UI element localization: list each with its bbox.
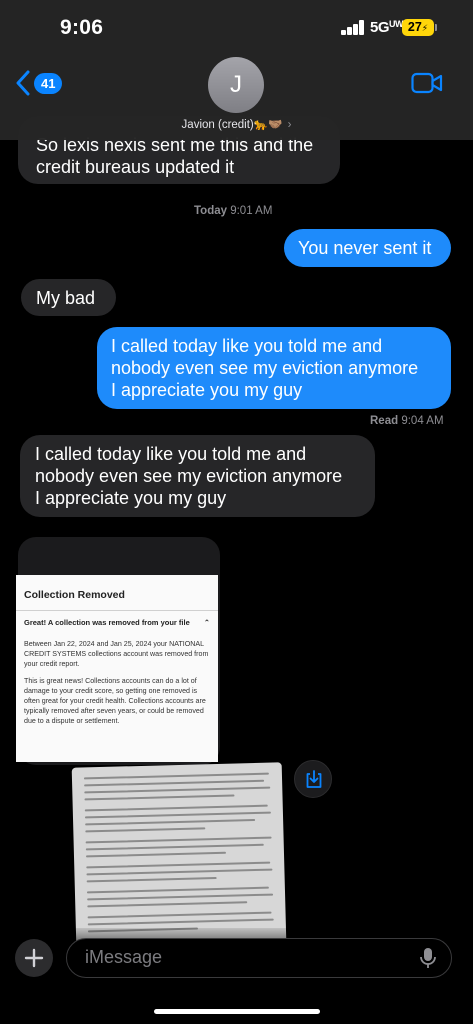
date-separator: Today 9:01 AM bbox=[194, 205, 273, 217]
status-bar: 9:06 5GUW 27⚡ bbox=[0, 0, 473, 52]
microphone-icon[interactable] bbox=[419, 947, 437, 969]
card-paragraph: This is great news! Collections accounts… bbox=[24, 677, 206, 725]
status-time: 9:06 bbox=[60, 16, 104, 39]
collection-removed-screenshot[interactable]: Collection Removed Great! A collection w… bbox=[16, 575, 218, 762]
chevron-right-icon: › bbox=[287, 119, 292, 131]
card-paragraph: Between Jan 22, 2024 and Jan 25, 2024 yo… bbox=[24, 640, 209, 668]
outgoing-message[interactable]: You never sent it bbox=[284, 229, 451, 267]
network-indicator: 5GUW bbox=[370, 19, 404, 36]
battery-icon: 27⚡ bbox=[402, 19, 437, 36]
apps-button[interactable] bbox=[15, 939, 53, 977]
facetime-video-icon[interactable] bbox=[411, 72, 443, 94]
contact-avatar[interactable]: J bbox=[208, 57, 264, 113]
read-receipt: Read 9:04 AM bbox=[370, 415, 444, 427]
back-button[interactable]: 41 bbox=[16, 70, 86, 98]
card-subtitle: Great! A collection was removed from you… bbox=[24, 618, 190, 627]
download-icon bbox=[306, 770, 322, 788]
message-input[interactable] bbox=[85, 939, 405, 976]
incoming-message[interactable]: My bad bbox=[21, 279, 116, 316]
card-title: Collection Removed bbox=[24, 589, 125, 601]
contact-name[interactable]: Javion (credit)🐆🤝🏽 › bbox=[0, 117, 473, 131]
home-indicator bbox=[154, 1009, 320, 1014]
chevron-up-icon: ⌃ bbox=[203, 618, 210, 627]
save-image-button[interactable] bbox=[294, 760, 332, 798]
message-field[interactable] bbox=[66, 938, 452, 978]
chevron-left-icon bbox=[16, 70, 30, 96]
outgoing-message[interactable]: I called today like you told me and nobo… bbox=[97, 327, 451, 409]
plus-icon bbox=[24, 948, 44, 968]
document-photo-attachment[interactable] bbox=[71, 762, 287, 948]
unread-count-badge: 41 bbox=[34, 73, 63, 94]
signal-icon bbox=[341, 20, 365, 35]
incoming-message[interactable]: I called today like you told me and nobo… bbox=[20, 435, 375, 517]
